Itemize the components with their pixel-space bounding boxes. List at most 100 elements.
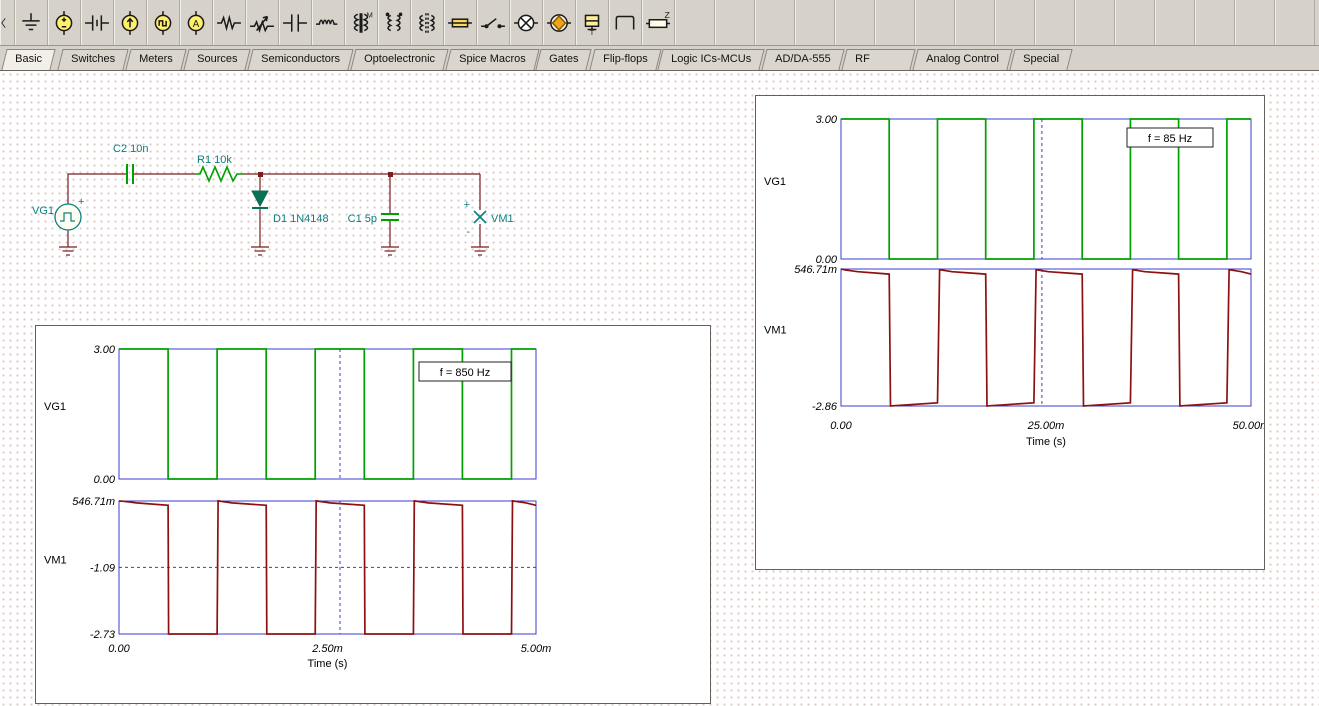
tab-flip-flops[interactable]: Flip-flops [589,49,661,70]
y-tick-mid: -1.09 [90,562,115,574]
coupled-inductors-2-icon[interactable] [411,0,444,45]
potentiometer-icon[interactable] [246,0,279,45]
ground-icon[interactable] [381,246,399,256]
toolbar-empty-slot [1195,0,1235,45]
x-axis-label: Time (s) [1026,436,1066,448]
tab-label: Basic [15,53,43,65]
circuit-schematic: + + - VG1 C2 10n R1 10k D1 1N4148 C1 5p … [32,143,514,256]
tab-label: Semiconductors [261,53,340,65]
y-tick-top: 3.00 [94,344,116,356]
tab-semiconductors[interactable]: Semiconductors [247,49,354,70]
tab-special[interactable]: Special [1008,49,1073,70]
tab-label: Analog Control [925,53,999,65]
tab-logic-ics-mcus[interactable]: Logic ICs-MCUs [657,49,766,70]
toolbar-empty-slot [675,0,715,45]
r1-resistor[interactable] [196,164,244,184]
x-tick: 2.50m [311,643,343,655]
toolbar-empty-slot [915,0,955,45]
y-tick-top: 546.71m [72,496,115,508]
tab-spice-macros[interactable]: Spice Macros [445,49,539,70]
voltage-generator-icon[interactable] [147,0,180,45]
fuse-icon[interactable] [444,0,477,45]
vm1-minus-sign: - [466,226,470,238]
ground-icon[interactable] [251,246,269,256]
current-generator-icon[interactable]: A [180,0,213,45]
relay-icon[interactable]: T [576,0,609,45]
tab-label: Spice Macros [458,53,526,65]
diagram-window-right[interactable]: VG1 3.00 0.00 VM1 546.71m -2.86 0.00 25.00m 50.0… [755,95,1269,570]
tab-rf[interactable]: RF [841,49,916,70]
c1-label: C1 5p [348,213,377,225]
capacitor-icon[interactable] [279,0,312,45]
resistor-icon[interactable] [213,0,246,45]
tab-gates[interactable]: Gates [535,49,593,70]
wire[interactable] [67,173,481,247]
overflow-left-icon[interactable] [0,0,15,45]
diagram-window-left[interactable]: VG1 3.00 0.00 VM1 546.71m -2.73 -1.09 0.00 2.50m… [35,325,711,704]
diagram-plot-area: VG1 3.00 0.00 VM1 546.71m -2.73 -1.09 0.00 2.50m… [44,344,551,670]
y-tick-bottom: 0.00 [94,474,116,486]
toolbar-empty-slot [715,0,755,45]
component-group-tabbar: Basic Switches Meters Sources Semiconductors… [0,46,1319,71]
y-tick-bottom: -2.86 [812,401,838,413]
vm1-plus-sign: + [464,199,470,211]
jumper-icon[interactable] [609,0,642,45]
y-tick-top: 3.00 [816,114,838,126]
vg1-label: VG1 [32,205,54,217]
vm1-signal-label: VM1 [44,555,67,567]
c2-capacitor[interactable] [126,164,134,184]
tab-label: Gates [549,53,579,65]
toolbar-empty-slot [835,0,875,45]
toolbar-empty-slot [875,0,915,45]
toolbar-empty-slot [1115,0,1155,45]
diagram-plot-area: VG13.000.00VM1546.71m-2.860.00 25.00m 50.0… [764,114,1269,448]
ground-icon[interactable] [471,246,489,256]
tab-label: Special [1022,53,1059,65]
toolbar-empty-slot [995,0,1035,45]
vg1-signal-label: VG1 [764,176,786,188]
tab-meters[interactable]: Meters [125,49,187,70]
tab-analog-control[interactable]: Analog Control [912,49,1013,70]
tab-basic[interactable]: Basic [1,49,56,70]
svg-text:M: M [367,10,373,19]
tab-sources[interactable]: Sources [182,49,251,70]
vm1-plot-frame [840,268,1252,407]
schematic-canvas[interactable]: + + - VG1 C2 10n R1 10k D1 1N4148 C1 5p … [0,71,1319,706]
toolbar-empty-slot [1075,0,1115,45]
tab-optoelectronic[interactable]: Optoelectronic [350,49,449,70]
tab-ad-da-555[interactable]: AD/DA-555 [761,49,845,70]
tab-label: Flip-flops [602,53,648,65]
impedance-icon[interactable]: Z [642,0,675,45]
c1-capacitor[interactable] [381,213,399,221]
tab-switches[interactable]: Switches [57,49,129,70]
toolbar-empty-slot [1235,0,1275,45]
tab-label: Meters [139,53,173,65]
tab-label: Logic ICs-MCUs [671,53,752,65]
coupled-inductors-icon[interactable] [378,0,411,45]
switch-icon[interactable] [477,0,510,45]
current-source-icon[interactable] [114,0,147,45]
x-tick: 25.00m [1027,420,1065,432]
battery-icon[interactable] [81,0,114,45]
vm1-signal-label: VM1 [764,324,787,336]
y-tick-top: 546.71m [794,264,837,276]
toolbar-empty-slot [1155,0,1195,45]
x-axis-label: Time (s) [308,658,348,670]
svg-text:Z: Z [665,10,671,20]
lamp-icon[interactable] [510,0,543,45]
toolbar-empty-slot [755,0,795,45]
toolbar-empty-slot [955,0,995,45]
led-icon[interactable] [543,0,576,45]
ground-icon[interactable] [59,246,77,256]
d1-diode[interactable] [251,190,269,209]
ground-icon[interactable] [15,0,48,45]
svg-text:T: T [590,27,595,35]
voltage-source-icon[interactable] [48,0,81,45]
tab-label: RF [855,53,870,65]
frequency-label: f = 850 Hz [440,367,490,379]
vm1-voltmeter[interactable] [473,210,487,224]
frequency-label: f = 85 Hz [1148,133,1192,145]
transformer-icon[interactable]: M [345,0,378,45]
inductor-icon[interactable] [312,0,345,45]
svg-text:A: A [193,18,200,29]
